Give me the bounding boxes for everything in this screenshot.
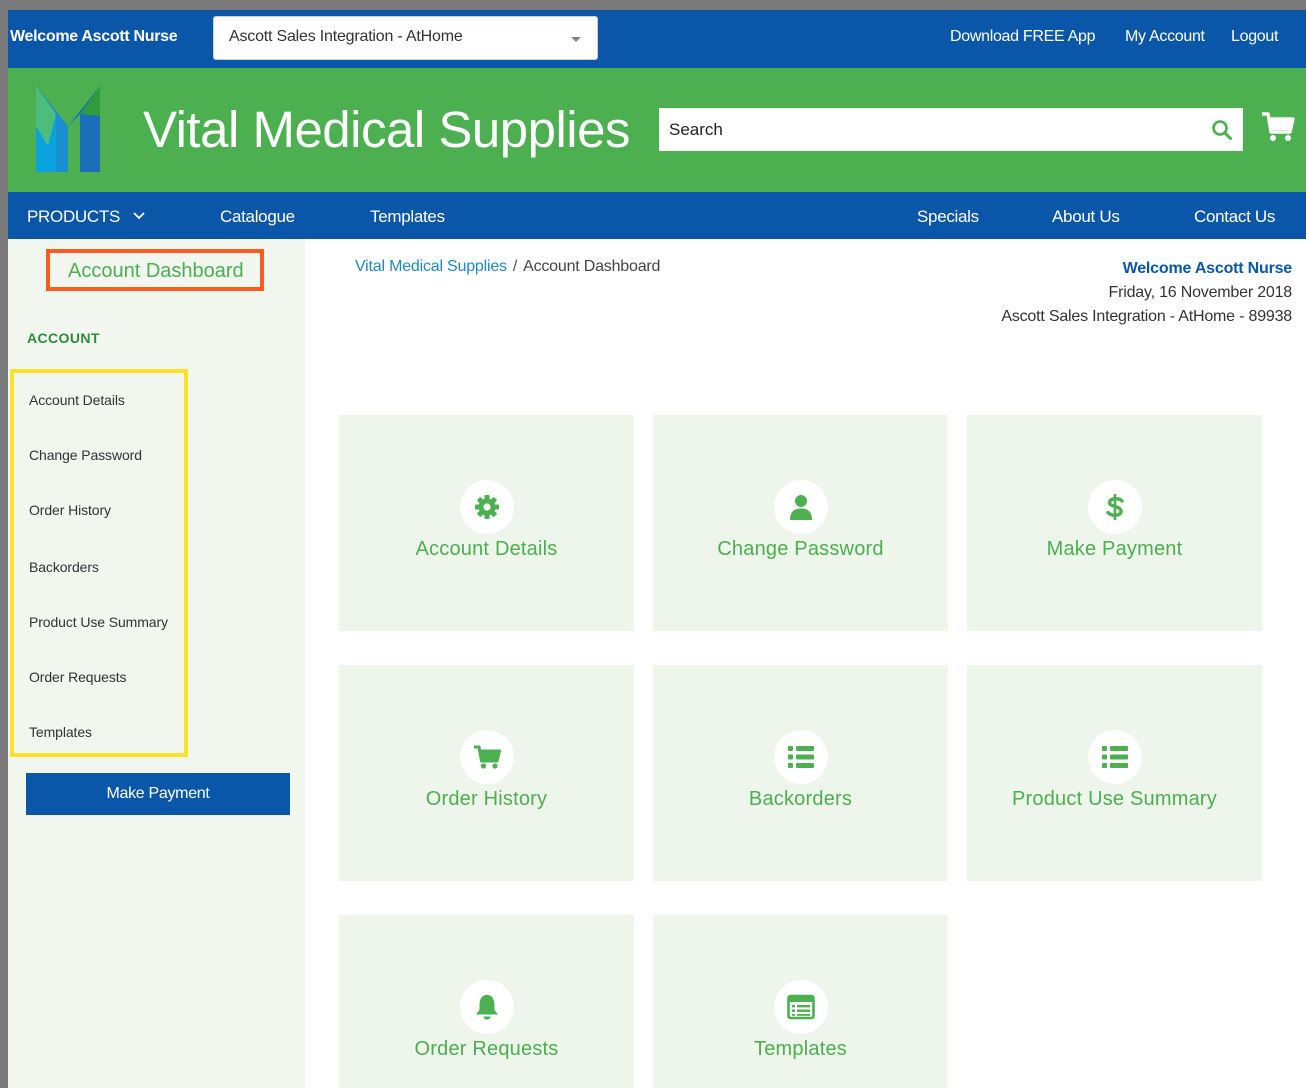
tile-order-history[interactable]: Order History: [339, 665, 634, 881]
dropdown-caret-icon: [571, 37, 581, 42]
tile-make-payment[interactable]: Make Payment: [967, 415, 1262, 631]
nav-specials[interactable]: Specials: [917, 207, 979, 227]
sidebar-title[interactable]: Account Dashboard: [68, 260, 244, 283]
sidebar-item-templates[interactable]: Templates: [29, 724, 92, 740]
tile-templates[interactable]: Templates: [653, 915, 948, 1088]
breadcrumb-home-link[interactable]: Vital Medical Supplies: [355, 258, 507, 275]
sidebar-title-box: Account Dashboard: [46, 249, 264, 291]
tile-label: Order History: [425, 788, 548, 810]
tile-icon-circle: [1088, 730, 1142, 784]
nav-about[interactable]: About Us: [1052, 207, 1120, 227]
sidebar-item-product-use-summary[interactable]: Product Use Summary: [29, 614, 168, 630]
list-icon: [1102, 746, 1128, 768]
tile-label: Backorders: [748, 788, 853, 810]
cart-icon: [474, 745, 501, 769]
tile-icon-circle: [774, 980, 828, 1034]
tile-label: Account Details: [415, 538, 558, 560]
sidebar-section-heading: ACCOUNT: [27, 330, 100, 346]
welcome-name: Welcome Ascott Nurse: [1122, 260, 1293, 277]
brand-logo[interactable]: [36, 86, 100, 172]
main-nav: PRODUCTS Catalogue Templates Specials Ab…: [8, 192, 1306, 239]
tile-icon-circle: [460, 980, 514, 1034]
tile-order-requests[interactable]: Order Requests: [339, 915, 634, 1088]
chevron-down-icon[interactable]: [133, 211, 145, 221]
sidebar-item-order-requests[interactable]: Order Requests: [29, 669, 127, 685]
nav-products[interactable]: PRODUCTS: [27, 207, 120, 227]
sidebar-menu: Account Details Change Password Order Hi…: [10, 369, 188, 757]
brand-name[interactable]: Vital Medical Supplies: [143, 100, 631, 159]
template-icon: [787, 994, 815, 1020]
sidebar-item-order-history[interactable]: Order History: [29, 502, 111, 518]
nav-catalogue[interactable]: Catalogue: [220, 207, 295, 227]
dollar-icon: [1106, 494, 1124, 520]
tile-icon-circle: [460, 730, 514, 784]
account-selector-value: Ascott Sales Integration - AtHome: [229, 28, 463, 45]
welcome-account: Ascott Sales Integration - AtHome - 8993…: [1001, 308, 1292, 325]
tile-label: Templates: [754, 1038, 847, 1060]
tile-label: Make Payment: [1046, 538, 1183, 560]
account-selector[interactable]: Ascott Sales Integration - AtHome: [213, 16, 598, 60]
sidebar-item-change-password[interactable]: Change Password: [29, 447, 142, 463]
welcome-block: Welcome Ascott Nurse Friday, 16 November…: [1001, 257, 1292, 329]
tile-backorders[interactable]: Backorders: [653, 665, 948, 881]
download-app-link[interactable]: Download FREE App: [950, 28, 1096, 46]
page-frame: Welcome Ascott Nurse Ascott Sales Integr…: [8, 10, 1306, 1088]
user-icon: [790, 495, 812, 520]
breadcrumb: Vital Medical Supplies / Account Dashboard: [355, 258, 660, 276]
logout-link[interactable]: Logout: [1231, 28, 1278, 46]
tile-product-use-summary[interactable]: Product Use Summary: [967, 665, 1262, 881]
search-box: [659, 108, 1243, 151]
sidebar-item-backorders[interactable]: Backorders: [29, 559, 99, 575]
top-bar: Welcome Ascott Nurse Ascott Sales Integr…: [8, 10, 1306, 68]
nav-templates[interactable]: Templates: [370, 207, 445, 227]
gear-icon: [475, 495, 499, 519]
bell-icon: [476, 995, 498, 1020]
tile-label: Product Use Summary: [1012, 788, 1217, 810]
welcome-text: Welcome Ascott Nurse: [10, 28, 178, 45]
cart-icon[interactable]: [1261, 111, 1295, 143]
tile-label: Change Password: [717, 538, 884, 560]
site-header: Vital Medical Supplies: [8, 68, 1306, 192]
welcome-date: Friday, 16 November 2018: [1108, 284, 1293, 301]
tile-icon-circle: [774, 730, 828, 784]
tile-icon-circle: [774, 480, 828, 534]
nav-contact[interactable]: Contact Us: [1194, 207, 1275, 227]
breadcrumb-separator: /: [512, 258, 518, 275]
sidebar-item-account-details[interactable]: Account Details: [29, 392, 125, 408]
breadcrumb-current: Account Dashboard: [523, 258, 661, 275]
tile-change-password[interactable]: Change Password: [653, 415, 948, 631]
tile-account-details[interactable]: Account Details: [339, 415, 634, 631]
tile-icon-circle: [1088, 480, 1142, 534]
search-icon[interactable]: [1211, 119, 1233, 141]
tile-icon-circle: [460, 480, 514, 534]
make-payment-button[interactable]: Make Payment: [26, 773, 290, 815]
list-icon: [788, 746, 814, 768]
search-input[interactable]: [659, 108, 1199, 151]
sidebar: Account Dashboard ACCOUNT Account Detail…: [8, 239, 305, 1088]
tile-label: Order Requests: [414, 1038, 559, 1060]
my-account-link[interactable]: My Account: [1125, 28, 1205, 46]
